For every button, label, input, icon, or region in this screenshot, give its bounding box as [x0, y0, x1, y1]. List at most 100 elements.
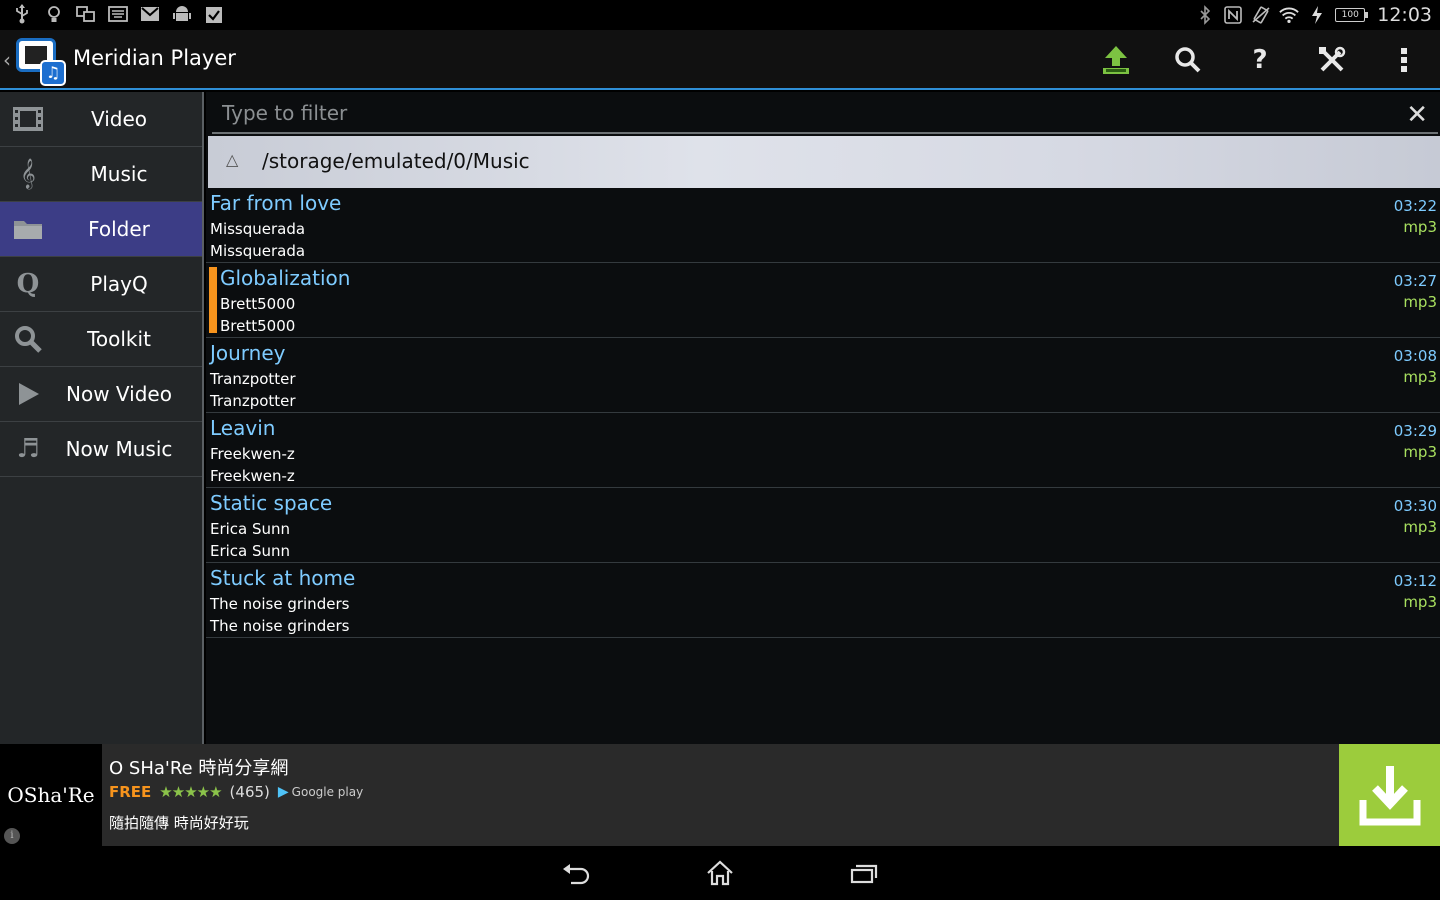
- track-album: Tranzpotter: [210, 392, 296, 410]
- list-item[interactable]: Static space Erica Sunn Erica Sunn 03:30…: [206, 488, 1440, 563]
- recent-apps-button[interactable]: [844, 858, 884, 888]
- home-button[interactable]: [700, 858, 740, 888]
- help-icon: ?: [1252, 45, 1268, 75]
- tools-button[interactable]: [1296, 30, 1368, 90]
- ad-download-button[interactable]: [1339, 744, 1440, 846]
- track-artist: Erica Sunn: [210, 520, 291, 538]
- list-item[interactable]: Far from love Missquerada Missquerada 03…: [206, 188, 1440, 263]
- track-format: mp3: [1403, 293, 1437, 311]
- overflow-menu-icon: [1401, 48, 1407, 72]
- bluetooth-icon: [1195, 5, 1215, 25]
- folder-path: /storage/emulated/0/Music: [262, 149, 530, 173]
- clipboard-check-icon: [204, 4, 224, 24]
- track-artist: Missquerada: [210, 220, 306, 238]
- track-duration: 03:30: [1393, 497, 1437, 515]
- system-icons: 100 12:03: [1195, 2, 1432, 28]
- track-title: Globalization: [220, 266, 351, 290]
- ad-title[interactable]: O SHa'Re 時尚分享網: [109, 754, 288, 780]
- devices-icon: [76, 4, 96, 24]
- track-duration: 03:08: [1393, 347, 1437, 365]
- main-content: ✕ △ /storage/emulated/0/Music Far from l…: [206, 92, 1440, 744]
- track-duration: 03:29: [1393, 422, 1437, 440]
- vibrate-off-icon: [1251, 5, 1271, 25]
- track-duration: 03:27: [1393, 272, 1437, 290]
- sidebar-item-now-video[interactable]: Now Video: [0, 367, 202, 422]
- app-logo[interactable]: ♫: [14, 36, 68, 86]
- list-item[interactable]: Leavin Freekwen-z Freekwen-z 03:29 mp3: [206, 413, 1440, 488]
- battery-indicator: 100: [1335, 8, 1369, 22]
- filter-input[interactable]: [212, 94, 1382, 132]
- search-button[interactable]: [1152, 30, 1224, 90]
- back-chevron-icon[interactable]: ‹: [3, 48, 11, 72]
- track-title: Journey: [210, 341, 286, 365]
- upload-button[interactable]: [1080, 30, 1152, 90]
- track-format: mp3: [1403, 518, 1437, 536]
- now-playing-marker: [209, 267, 217, 333]
- google-play-label: Google play: [291, 785, 364, 799]
- action-bar: ‹ ♫ Meridian Player ?: [0, 30, 1440, 90]
- track-album: Erica Sunn: [210, 542, 291, 560]
- track-album: Missquerada: [210, 242, 306, 260]
- ad-logo[interactable]: OSha'Re i: [0, 744, 102, 846]
- track-artist: The noise grinders: [210, 595, 350, 613]
- star-rating-icon: ★★★★★: [159, 783, 222, 801]
- playq-icon: Q: [16, 269, 40, 299]
- ad-free-label: FREE: [109, 783, 152, 801]
- track-title: Static space: [210, 491, 333, 515]
- ad-info-icon[interactable]: i: [4, 828, 20, 844]
- ad-rating-row: FREE ★★★★★ (465) ▶ Google play: [109, 783, 363, 801]
- track-format: mp3: [1403, 443, 1437, 461]
- wifi-icon: [1279, 5, 1299, 25]
- overflow-menu-button[interactable]: [1368, 30, 1440, 90]
- up-arrow-icon[interactable]: △: [226, 150, 238, 169]
- track-artist: Tranzpotter: [210, 370, 296, 388]
- list-item[interactable]: Journey Tranzpotter Tranzpotter 03:08 mp…: [206, 338, 1440, 413]
- download-icon: [1359, 766, 1420, 826]
- track-artist: Brett5000: [220, 295, 296, 313]
- back-button[interactable]: [556, 858, 596, 888]
- sidebar-item-playq[interactable]: Q PlayQ: [0, 257, 202, 312]
- clear-filter-icon[interactable]: ✕: [1406, 100, 1428, 130]
- ad-logo-text: OSha'Re: [7, 783, 95, 807]
- track-title: Stuck at home: [210, 566, 356, 590]
- lightbulb-icon: [44, 4, 64, 24]
- list-item[interactable]: Globalization Brett5000 Brett5000 03:27 …: [206, 263, 1440, 338]
- ad-rating-count: (465): [229, 783, 270, 801]
- sidebar-item-now-music[interactable]: ♬ Now Music: [0, 422, 202, 477]
- track-album: Brett5000: [220, 317, 296, 335]
- play-icon: [12, 379, 44, 409]
- keyboard-icon: [108, 4, 128, 24]
- folder-icon: [12, 214, 44, 244]
- track-list: Far from love Missquerada Missquerada 03…: [206, 188, 1440, 638]
- nfc-icon: [1223, 5, 1243, 25]
- sidebar-item-folder[interactable]: Folder: [0, 202, 202, 257]
- track-album: Freekwen-z: [210, 467, 295, 485]
- track-format: mp3: [1403, 218, 1437, 236]
- folder-path-bar[interactable]: △ /storage/emulated/0/Music: [208, 136, 1440, 188]
- toolkit-icon: [12, 324, 44, 354]
- usb-icon: [12, 4, 32, 24]
- status-bar: 100 12:03: [0, 0, 1440, 30]
- back-arrow-icon: [563, 864, 590, 885]
- film-icon: [12, 104, 44, 134]
- track-title: Far from love: [210, 191, 342, 215]
- navigation-bar: [0, 846, 1440, 900]
- sidebar: Video 𝄞 Music Folder Q PlayQ Toolkit Now…: [0, 92, 204, 744]
- google-play-icon: ▶: [277, 784, 289, 800]
- track-title: Leavin: [210, 416, 276, 440]
- ad-banner[interactable]: OSha'Re i O SHa'Re 時尚分享網 FREE ★★★★★ (465…: [0, 744, 1440, 846]
- search-icon: [1175, 47, 1201, 73]
- ad-description: 隨拍隨傳 時尚好好玩: [109, 814, 249, 832]
- clock: 12:03: [1377, 4, 1432, 26]
- filter-bar: ✕: [212, 94, 1438, 134]
- track-album: The noise grinders: [210, 617, 350, 635]
- tools-icon: [1319, 46, 1346, 72]
- music-note-icon: ♬: [16, 434, 40, 464]
- sidebar-item-video[interactable]: Video: [0, 92, 202, 147]
- list-item[interactable]: Stuck at home The noise grinders The noi…: [206, 563, 1440, 638]
- sidebar-item-music[interactable]: 𝄞 Music: [0, 147, 202, 202]
- help-button[interactable]: ?: [1224, 30, 1296, 90]
- track-format: mp3: [1403, 368, 1437, 386]
- charging-icon: [1307, 5, 1327, 25]
- sidebar-item-toolkit[interactable]: Toolkit: [0, 312, 202, 367]
